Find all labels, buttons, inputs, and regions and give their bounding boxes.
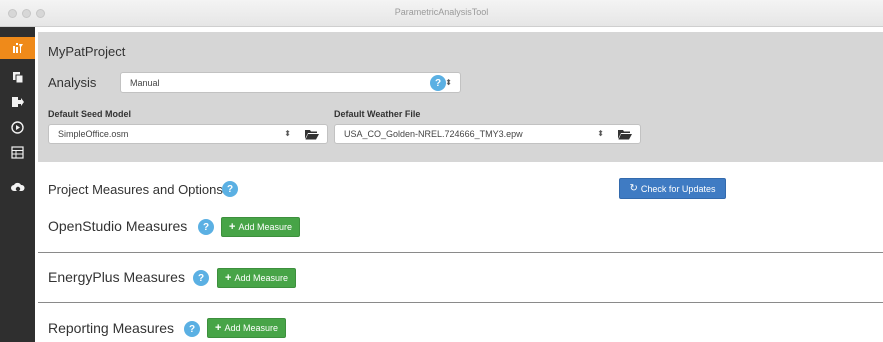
cloud-icon <box>10 182 25 192</box>
sidebar-item-export[interactable] <box>4 91 31 113</box>
sidebar-item-copy[interactable] <box>4 66 31 88</box>
info-icon[interactable]: ? <box>184 321 200 337</box>
weather-file-select-value: USA_CO_Golden-NREL.724666_TMY3.epw <box>344 129 523 139</box>
section-divider <box>38 252 883 253</box>
openstudio-measures-title: OpenStudio Measures <box>48 218 188 234</box>
select-arrows-icon: ⬍ <box>597 129 604 138</box>
info-icon[interactable]: ? <box>193 270 209 286</box>
project-measures-title: Project Measures and Options <box>48 182 223 197</box>
export-icon <box>12 97 24 107</box>
info-icon[interactable]: ? <box>198 219 214 235</box>
sidebar-nav <box>0 27 35 342</box>
seed-model-select[interactable]: SimpleOffice.osm ⬍ <box>48 124 328 144</box>
analysis-label: Analysis <box>48 75 97 90</box>
add-openstudio-measure-button[interactable]: + Add Measure <box>221 217 300 237</box>
refresh-icon: ↻ <box>629 183 638 194</box>
copy-icon <box>12 71 23 83</box>
add-reporting-measure-button[interactable]: + Add Measure <box>207 318 286 338</box>
seed-model-label: Default Seed Model <box>48 109 132 119</box>
info-icon[interactable]: ? <box>222 181 238 197</box>
plus-icon: + <box>215 322 222 334</box>
select-arrows-icon: ⬍ <box>445 77 452 87</box>
window-titlebar: ParametricAnalysisTool <box>0 0 883 27</box>
select-arrows-icon: ⬍ <box>284 129 291 138</box>
sidebar-item-analysis[interactable] <box>0 37 35 59</box>
analysis-icon <box>12 43 23 53</box>
run-icon <box>11 120 24 134</box>
add-measure-label: Add Measure <box>234 273 288 283</box>
sidebar-item-run[interactable] <box>4 116 31 138</box>
add-measure-label: Add Measure <box>238 222 292 232</box>
sidebar-item-cloud[interactable] <box>4 177 31 199</box>
add-measure-label: Add Measure <box>224 323 278 333</box>
weather-file-label: Default Weather File <box>334 109 421 119</box>
analysis-select-value: Manual <box>130 77 160 88</box>
add-energyplus-measure-button[interactable]: + Add Measure <box>217 268 296 288</box>
folder-open-icon[interactable] <box>618 129 632 140</box>
check-for-updates-label: Check for Updates <box>640 183 716 194</box>
project-settings-panel: MyPatProject Analysis Manual ⬍ ? Default… <box>38 32 883 162</box>
seed-model-select-value: SimpleOffice.osm <box>58 129 129 139</box>
check-for-updates-button[interactable]: ↻ Check for Updates <box>619 178 726 199</box>
weather-file-select[interactable]: USA_CO_Golden-NREL.724666_TMY3.epw ⬍ <box>334 124 641 144</box>
project-name: MyPatProject <box>48 44 126 59</box>
analysis-select[interactable]: Manual ⬍ <box>120 72 461 93</box>
info-icon[interactable]: ? <box>430 75 446 91</box>
plus-icon: + <box>225 272 232 284</box>
energyplus-measures-title: EnergyPlus Measures <box>48 269 185 285</box>
window-title: ParametricAnalysisTool <box>394 7 489 17</box>
section-divider <box>38 302 883 303</box>
folder-open-icon[interactable] <box>305 129 319 140</box>
reporting-measures-title: Reporting Measures <box>48 320 175 336</box>
sidebar-item-results[interactable] <box>4 141 31 163</box>
results-icon <box>11 145 24 159</box>
plus-icon: + <box>229 221 236 233</box>
